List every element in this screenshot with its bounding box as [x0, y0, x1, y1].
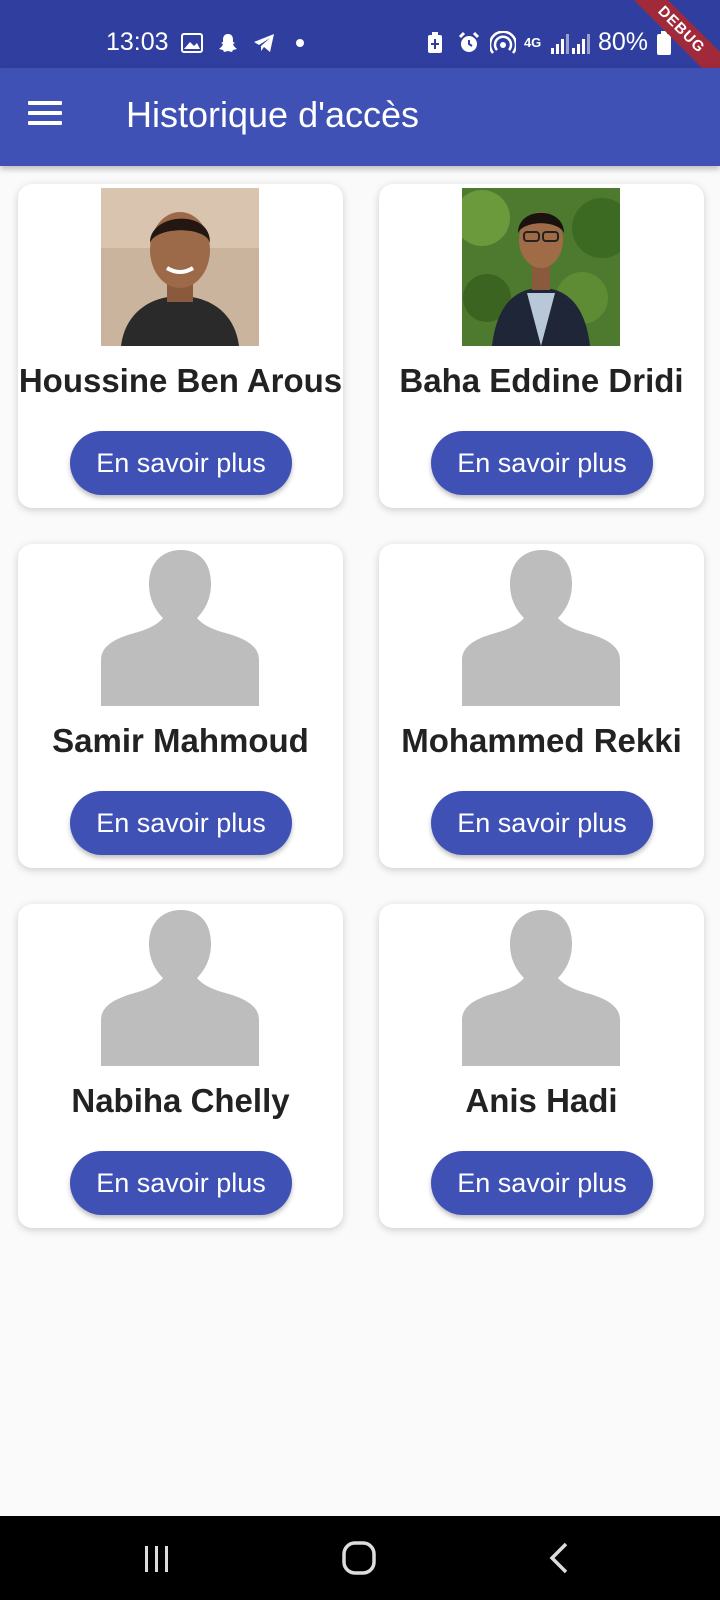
person-card: Samir Mahmoud En savoir plus — [18, 544, 343, 868]
person-card: Nabiha Chelly En savoir plus — [18, 904, 343, 1228]
back-icon[interactable] — [536, 1538, 586, 1578]
person-name: Mohammed Rekki — [401, 722, 682, 759]
learn-more-button[interactable]: En savoir plus — [70, 431, 292, 495]
default-avatar-icon — [101, 908, 259, 1066]
person-name: Baha Eddine Dridi — [399, 362, 684, 399]
status-right: 4G 80% — [422, 28, 672, 57]
person-name: Nabiha Chelly — [71, 1082, 290, 1119]
person-card: Anis Hadi En savoir plus — [379, 904, 704, 1228]
default-avatar-icon — [101, 548, 259, 706]
hamburger-menu-icon[interactable] — [28, 101, 68, 133]
person-name: Samir Mahmoud — [52, 722, 309, 759]
signal-icon — [550, 30, 590, 56]
status-bar: 13:03 4G 80% DEBUG — [0, 0, 720, 68]
default-avatar-icon — [462, 548, 620, 706]
status-left: 13:03 — [106, 28, 313, 57]
dot-icon — [287, 30, 313, 56]
learn-more-button[interactable]: En savoir plus — [70, 791, 292, 855]
snapchat-icon — [215, 30, 241, 56]
learn-more-button[interactable]: En savoir plus — [70, 1151, 292, 1215]
telegram-icon — [251, 30, 277, 56]
battery-saver-icon — [422, 30, 448, 56]
avatar — [462, 188, 620, 346]
network-type: 4G — [523, 34, 542, 50]
battery-percent: 80% — [597, 28, 648, 56]
alarm-icon — [456, 30, 482, 56]
hotspot-icon — [489, 30, 516, 56]
home-icon[interactable] — [334, 1538, 384, 1578]
app-bar: Historique d'accès — [0, 68, 720, 166]
person-name: Houssine Ben Arous — [18, 362, 343, 399]
person-name: Anis Hadi — [465, 1082, 618, 1119]
people-grid: Houssine Ben Arous En savoir plus Baha E… — [18, 184, 704, 1228]
recent-apps-icon[interactable] — [132, 1538, 182, 1578]
person-card: Mohammed Rekki En savoir plus — [379, 544, 704, 868]
image-icon — [179, 30, 205, 56]
default-avatar-icon — [462, 908, 620, 1066]
avatar — [101, 188, 259, 346]
system-nav-bar — [0, 1516, 720, 1600]
person-card: Baha Eddine Dridi En savoir plus — [379, 184, 704, 508]
person-card: Houssine Ben Arous En savoir plus — [18, 184, 343, 508]
learn-more-button[interactable]: En savoir plus — [431, 431, 653, 495]
learn-more-button[interactable]: En savoir plus — [431, 791, 653, 855]
status-time: 13:03 — [106, 28, 169, 56]
learn-more-button[interactable]: En savoir plus — [431, 1151, 653, 1215]
page-title: Historique d'accès — [126, 94, 420, 135]
